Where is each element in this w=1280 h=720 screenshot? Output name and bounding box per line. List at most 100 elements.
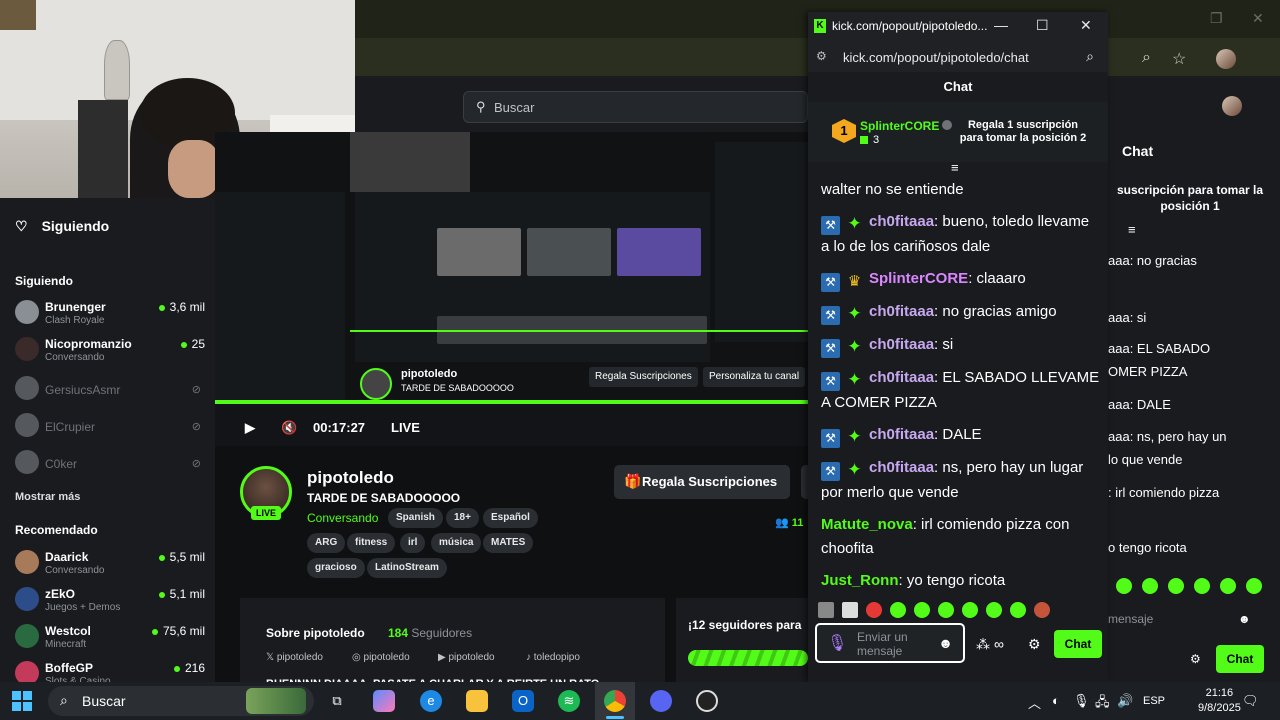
tag[interactable]: LatinoStream: [367, 558, 447, 578]
volume-icon[interactable]: 🔊: [1117, 693, 1133, 709]
chat-send-button[interactable]: Chat: [1054, 630, 1102, 658]
tag[interactable]: fitness: [347, 533, 396, 553]
chat-username[interactable]: SplinterCORE: [869, 270, 968, 287]
avatar: [15, 550, 39, 574]
gift-subs-button[interactable]: 🎁 Regala Suscripciones: [614, 465, 790, 499]
following-heading: Siguiendo: [15, 274, 73, 288]
users-icon[interactable]: ⁂: [976, 636, 990, 653]
chat-username[interactable]: ch0fitaaa: [869, 336, 934, 353]
chat-username[interactable]: Just_Ronn: [821, 572, 899, 589]
tag[interactable]: Español: [483, 508, 538, 528]
chrome-icon[interactable]: [604, 690, 626, 712]
chat-username[interactable]: ch0fitaaa: [869, 303, 934, 320]
video-player[interactable]: pipotoledo TARDE DE SABADOOOOO Regala Su…: [215, 132, 808, 446]
zoom-icon[interactable]: ⌕: [1086, 48, 1094, 65]
chat-username[interactable]: ch0fitaaa: [869, 369, 934, 386]
clock[interactable]: 21:16 9/8/2025: [1198, 686, 1241, 716]
close-icon[interactable]: ✕: [1252, 10, 1264, 27]
x-link[interactable]: 𝕏 pipotoledo: [266, 652, 323, 663]
tag[interactable]: irl: [400, 533, 426, 553]
tag[interactable]: MATES: [483, 533, 534, 553]
language-indicator[interactable]: ESP: [1143, 695, 1165, 707]
viewers-icon: 👥: [775, 517, 792, 529]
bg-chat-input[interactable]: mensaje: [1108, 612, 1153, 626]
close-icon[interactable]: ✕: [1080, 17, 1092, 34]
chat-text: : DALE: [934, 426, 982, 443]
progress-bar[interactable]: [215, 400, 808, 404]
file-explorer-icon[interactable]: [466, 690, 488, 712]
mute-icon[interactable]: 🔇: [281, 420, 297, 436]
notification-icon[interactable]: 🗨: [1242, 693, 1259, 709]
sidebar-item-westcol[interactable]: Westcol Minecraft 75,6 mil: [15, 622, 205, 656]
moderator-badge-icon: ⚒: [821, 216, 840, 235]
tag[interactable]: ARG: [307, 533, 346, 553]
rank-badge: 1: [832, 119, 856, 143]
site-info-icon[interactable]: ⚙: [816, 49, 827, 63]
popout-urlbar[interactable]: ⚙ kick.com/popout/pipotoledo/chat ⌕: [808, 42, 1108, 72]
tray-mic-icon[interactable]: 🎙: [1073, 693, 1090, 709]
search-input[interactable]: ⚲ Buscar: [463, 91, 808, 123]
youtube-link[interactable]: ▶ pipotoledo: [438, 652, 495, 663]
star-badge-icon: ✦: [847, 337, 862, 356]
chat-message: Just_Ronn: yo tengo ricota: [821, 569, 1101, 593]
sidebar-item-c0ker[interactable]: C0ker ⊘: [15, 448, 205, 482]
chat-username[interactable]: ch0fitaaa: [869, 459, 934, 476]
chat-input[interactable]: 🎙 Enviar un mensaje ☻: [815, 623, 965, 663]
user-avatar[interactable]: [1222, 96, 1242, 116]
copilot-icon[interactable]: [373, 690, 395, 712]
chat-username[interactable]: ch0fitaaa: [869, 213, 934, 230]
settings-icon[interactable]: ⚙: [1028, 636, 1041, 653]
discord-icon[interactable]: [650, 690, 672, 712]
maximize-icon[interactable]: ☐: [1036, 17, 1049, 34]
settings-icon[interactable]: ⚙: [1190, 652, 1201, 666]
chat-username[interactable]: Matute_nova: [821, 516, 913, 533]
stream-category[interactable]: Conversando: [307, 511, 378, 525]
infinity-icon[interactable]: ∞: [994, 636, 1004, 652]
sidebar-item-zeko[interactable]: zEkO Juegos + Demos 5,1 mil: [15, 585, 205, 619]
tiktok-link[interactable]: ♪ toledopipo: [526, 652, 580, 663]
instagram-link[interactable]: ◎ pipotoledo: [352, 652, 410, 663]
sidebar-item-daarick[interactable]: Daarick Conversando 5,5 mil: [15, 548, 205, 582]
chat-username[interactable]: ch0fitaaa: [869, 426, 934, 443]
expand-pinned-icon[interactable]: ≡: [951, 160, 959, 175]
sidebar-item-elcrupier[interactable]: ElCrupier ⊘: [15, 411, 205, 445]
windows-start-icon[interactable]: [12, 691, 32, 711]
sidebar-item-nicopromanzio[interactable]: Nicopromanzio Conversando 25: [15, 335, 205, 369]
spotify-icon[interactable]: ≋: [558, 690, 580, 712]
star-badge-icon: ✦: [847, 460, 862, 479]
emote-bar: [816, 600, 1106, 620]
emoji-icon[interactable]: ☻: [938, 635, 953, 651]
outlook-icon[interactable]: O: [512, 690, 534, 712]
obs-icon[interactable]: [696, 690, 718, 712]
live-badge: LIVE: [251, 506, 281, 520]
taskbar: ⌕ Buscar ⧉ e O ≋ ︿ ◐ 🎙 🖧 🔊 ESP 21:16 9/8…: [0, 682, 1280, 720]
tray-app-icon[interactable]: ◐: [1052, 693, 1060, 708]
chat-message: ⚒ ✦ ch0fitaaa: ns, pero hay un lugar por m…: [821, 456, 1101, 505]
emoji-icon[interactable]: ☻: [1238, 612, 1251, 626]
sidebar-item-gersiucsasmr[interactable]: GersiucsAsmr ⊘: [15, 374, 205, 408]
tag[interactable]: 18+: [446, 508, 479, 528]
show-more-link[interactable]: Mostrar más: [15, 491, 80, 503]
task-view-icon[interactable]: ⧉: [326, 690, 348, 712]
star-badge-icon: ✦: [847, 427, 862, 446]
minimize-icon[interactable]: —: [994, 17, 1008, 33]
tag[interactable]: gracioso: [307, 558, 365, 578]
nested-avatar: [360, 368, 392, 400]
moderator-badge-icon: ⚒: [821, 372, 840, 391]
network-icon[interactable]: 🖧: [1095, 693, 1110, 715]
sidebar-item-brunenger[interactable]: Brunenger Clash Royale 3,6 mil: [15, 298, 205, 332]
sidebar-following-title[interactable]: ♡ Siguiendo: [15, 218, 109, 235]
tag[interactable]: música: [431, 533, 482, 553]
edge-icon[interactable]: e: [420, 690, 442, 712]
taskbar-search[interactable]: ⌕ Buscar: [48, 686, 314, 716]
microphone-icon[interactable]: 🎙: [827, 633, 847, 653]
zoom-icon[interactable]: ⌕: [1142, 49, 1151, 67]
streamer-name[interactable]: pipotoledo: [307, 468, 394, 488]
tray-chevron-up-icon[interactable]: ︿: [1028, 693, 1041, 712]
play-icon[interactable]: ▶: [245, 420, 255, 436]
tag[interactable]: Spanish: [388, 508, 443, 528]
bg-chat-send-button[interactable]: Chat: [1216, 645, 1264, 673]
profile-avatar[interactable]: [1216, 49, 1236, 69]
bookmark-star-icon[interactable]: ☆: [1172, 49, 1186, 69]
restore-icon[interactable]: ❐: [1210, 10, 1223, 27]
